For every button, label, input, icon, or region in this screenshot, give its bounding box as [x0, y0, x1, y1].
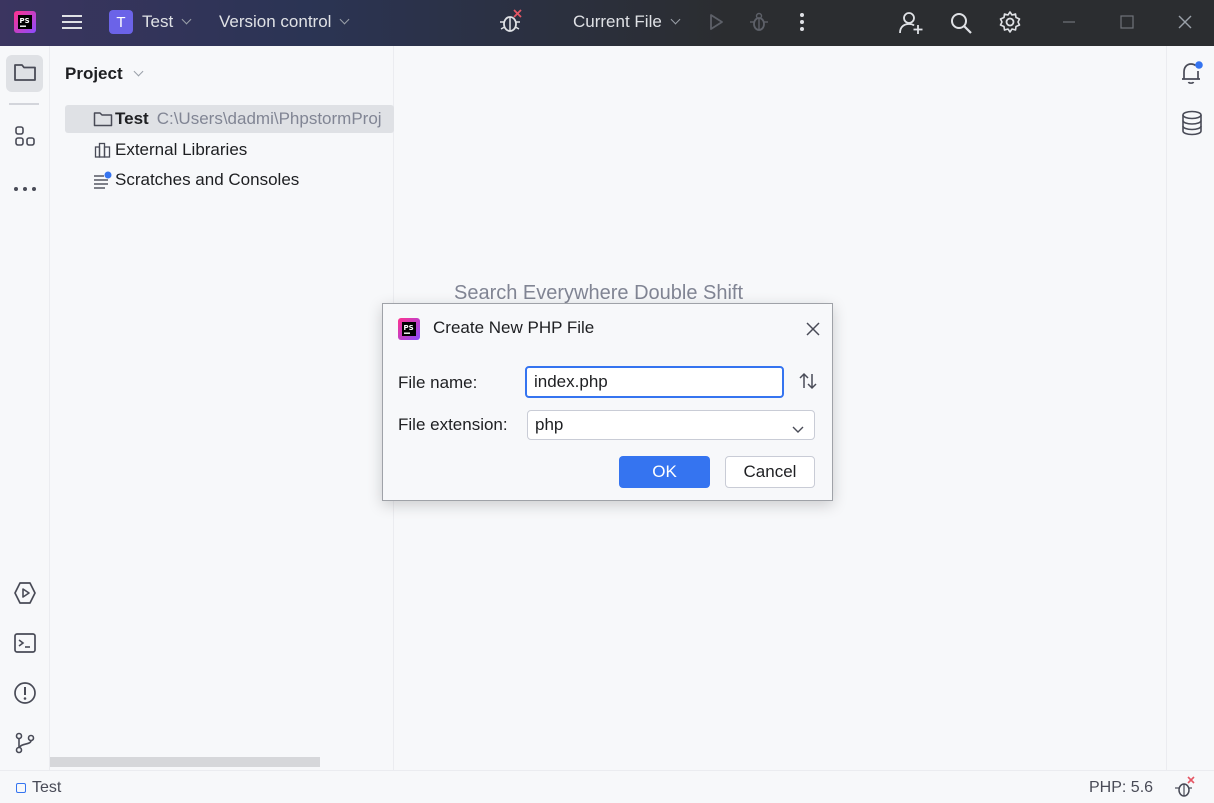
phpstorm-logo-icon[interactable]: PS: [13, 10, 37, 34]
minimize-icon[interactable]: [1060, 14, 1078, 30]
ok-button[interactable]: OK: [619, 456, 710, 488]
tree-item-path: C:\Users\dadmi\PhpstormProj: [156, 109, 382, 128]
tree-item-external-libraries[interactable]: External Libraries: [65, 136, 247, 164]
search-everywhere-hint: Search Everywhere Double Shift: [454, 282, 744, 304]
left-tool-strip: [0, 46, 50, 770]
project-panel: Project Test C:\Users\dadmi\PhpstormProj…: [50, 46, 394, 770]
project-name: Test: [142, 12, 174, 31]
run-config-selector[interactable]: Current File: [573, 12, 681, 32]
settings-icon[interactable]: [997, 9, 1023, 35]
right-tool-strip: [1166, 46, 1214, 770]
project-panel-header[interactable]: Project: [65, 64, 144, 84]
scratches-icon: [92, 171, 114, 189]
status-project-label: Test: [32, 779, 62, 796]
create-php-file-dialog: PS Create New PHP File File name: File e…: [382, 303, 833, 501]
terminal-icon: [13, 632, 37, 657]
chevron-down-icon: [181, 14, 192, 25]
tree-item-test[interactable]: Test C:\Users\dadmi\PhpstormProj: [65, 105, 394, 133]
project-badge: T: [109, 10, 133, 34]
tree-item-label: Scratches and Consoles: [115, 170, 300, 189]
chevron-down-icon: [670, 14, 681, 25]
status-bar: Test PHP: 5.6: [0, 770, 1214, 803]
add-user-icon[interactable]: [897, 9, 925, 37]
run-config-label: Current File: [573, 12, 662, 31]
horizontal-scrollbar[interactable]: [50, 757, 320, 767]
problems-tool-button[interactable]: [6, 676, 43, 713]
panel-title: Project: [65, 64, 123, 83]
structure-icon: [14, 125, 36, 150]
svg-text:PS: PS: [404, 324, 414, 332]
git-icon: [13, 731, 37, 758]
problems-icon: [13, 681, 37, 708]
maximize-icon[interactable]: [1118, 13, 1136, 31]
services-tool-button[interactable]: [6, 576, 43, 613]
chevron-down-icon: [133, 66, 144, 77]
file-extension-label: File extension:: [398, 415, 508, 434]
notifications-icon[interactable]: [1179, 60, 1205, 89]
debug-disabled-icon[interactable]: [1173, 776, 1197, 803]
file-name-input[interactable]: [525, 366, 784, 398]
more-tools-button[interactable]: [6, 169, 43, 206]
chevron-down-icon: [792, 419, 804, 439]
dialog-title: Create New PHP File: [433, 318, 595, 337]
php-version-widget[interactable]: PHP: 5.6: [1089, 779, 1153, 797]
git-tool-button[interactable]: [6, 726, 43, 763]
svg-text:PS: PS: [20, 17, 30, 25]
debug-icon[interactable]: [747, 10, 771, 34]
run-icon[interactable]: [705, 11, 727, 33]
file-extension-select[interactable]: php: [527, 410, 815, 440]
search-icon[interactable]: [948, 10, 974, 36]
cancel-button[interactable]: Cancel: [725, 456, 815, 488]
file-extension-value: php: [535, 415, 564, 434]
folder-icon: [92, 110, 114, 128]
vcs-menu[interactable]: Version control: [219, 12, 350, 32]
services-icon: [13, 581, 37, 608]
sort-icon[interactable]: [798, 372, 818, 393]
chevron-down-icon: [340, 14, 350, 25]
library-icon: [92, 141, 114, 159]
phpstorm-logo-icon: PS: [398, 318, 420, 343]
module-icon: [16, 783, 26, 793]
close-icon[interactable]: [805, 321, 821, 340]
project-selector[interactable]: T Test: [109, 10, 192, 34]
terminal-tool-button[interactable]: [6, 626, 43, 663]
vcs-label: Version control: [219, 12, 332, 31]
project-tool-button[interactable]: [6, 55, 43, 92]
more-icon[interactable]: [790, 10, 814, 34]
structure-tool-button[interactable]: [6, 119, 43, 156]
strip-divider: [9, 103, 39, 105]
status-project[interactable]: Test: [16, 779, 61, 797]
tree-item-scratches[interactable]: Scratches and Consoles: [65, 166, 299, 194]
database-icon[interactable]: [1181, 110, 1203, 139]
more-tools-icon: [13, 180, 37, 195]
project-icon: [13, 61, 37, 86]
file-name-label: File name:: [398, 373, 478, 392]
title-bar: PS T Test Version control Current File: [0, 0, 1214, 46]
tree-item-label: Test: [115, 109, 149, 128]
debug-disabled-icon[interactable]: [497, 8, 525, 36]
main-menu-icon[interactable]: [60, 10, 84, 34]
close-icon[interactable]: [1176, 13, 1194, 31]
tree-item-label: External Libraries: [115, 140, 248, 159]
